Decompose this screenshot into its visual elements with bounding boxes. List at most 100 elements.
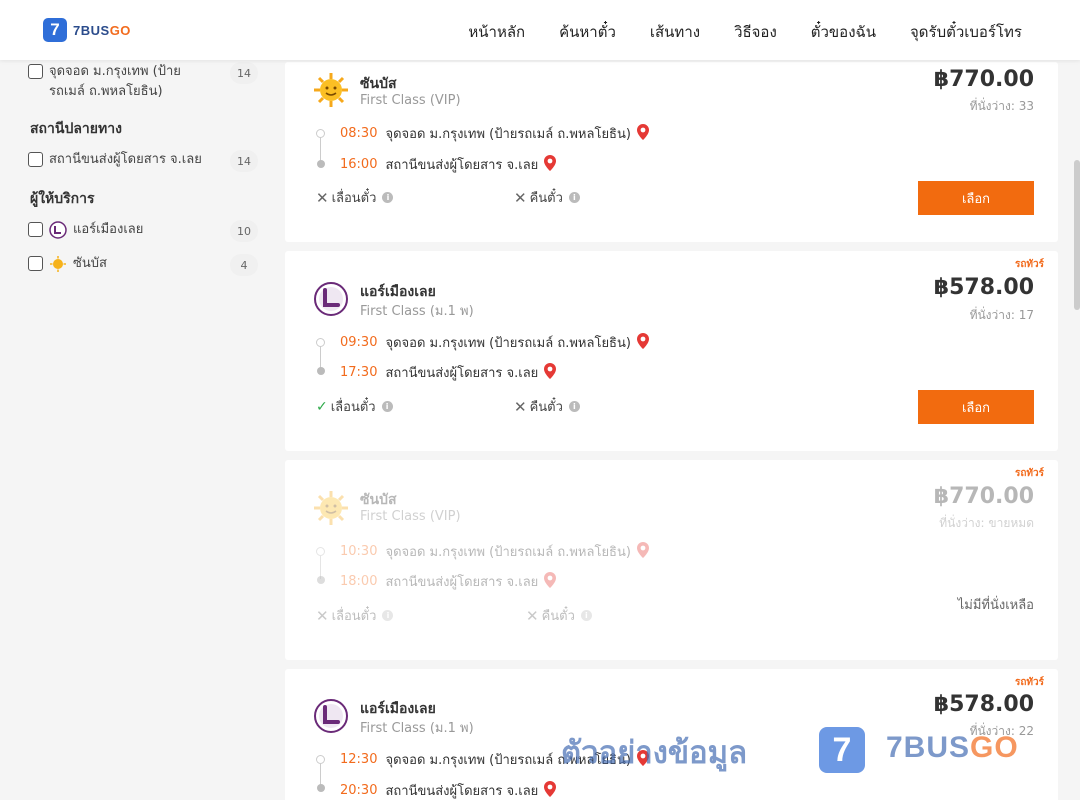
map-pin-icon[interactable] <box>636 541 649 562</box>
info-icon[interactable]: i <box>381 401 393 412</box>
nav-search-ticket[interactable]: ค้นหาตั๋ว <box>559 20 616 44</box>
operator-name: ซันบัส <box>360 76 397 92</box>
info-icon[interactable]: i <box>382 192 394 203</box>
operator-label: ซันบัส <box>73 256 107 271</box>
arrival-stop: 18:00 สถานีขนส่งผู้โดยสาร จ.เลย <box>340 571 557 592</box>
map-pin-icon[interactable] <box>544 571 557 592</box>
air-muang-loei-logo-icon <box>313 698 349 734</box>
trip-card: ซันบัส First Class (VIP) ฿770.00 ที่นั่ง… <box>285 62 1058 242</box>
top-header: 7 7BUSGO หน้าหลัก ค้นหาตั๋ว เส้นทาง วิธี… <box>0 0 1080 60</box>
departure-dot <box>316 338 325 347</box>
logo-text: 7BUSGO <box>73 22 131 38</box>
bus-type-tag: รถทัวร์ <box>1014 468 1044 479</box>
watermark-logo-mark: 7 <box>819 727 865 773</box>
logo-mark: 7 <box>43 18 67 42</box>
air-muang-loei-logo-icon <box>313 281 349 317</box>
operator-label: แอร์เมืองเลย <box>73 222 144 237</box>
route-line <box>320 136 321 162</box>
bus-class: First Class (ม.1 พ) <box>360 721 474 736</box>
trip-card: รถทัวร์ แอร์เมืองเลย First Class (ม.1 พ)… <box>285 251 1058 451</box>
ticket-price: ฿578.00 <box>933 275 1034 300</box>
sample-data-watermark: ตัวอย่างข้อมูล <box>561 735 748 771</box>
ticket-price: ฿578.00 <box>933 692 1034 717</box>
arrival-dot <box>317 576 325 584</box>
arrival-stop: 17:30 สถานีขนส่งผู้โดยสาร จ.เลย <box>340 362 557 383</box>
arrival-stop: 20:30 สถานีขนส่งผู้โดยสาร จ.เลย <box>340 780 557 800</box>
map-pin-icon[interactable] <box>544 154 557 175</box>
arrival-dot <box>317 784 325 792</box>
x-mark-icon: ✕ <box>514 397 527 416</box>
info-icon[interactable]: i <box>580 610 592 621</box>
filter-dest-item[interactable]: สถานีขนส่งผู้โดยสาร จ.เลย 14 <box>28 150 258 172</box>
select-trip-button[interactable]: เลือก <box>918 390 1034 424</box>
arrival-dot <box>317 367 325 375</box>
arrival-stop: 16:00 สถานีขนส่งผู้โดยสาร จ.เลย <box>340 154 557 175</box>
filter-origin-item[interactable]: จุดจอด ม.กรุงเทพ (ป้ายรถเมล์ ถ.พหลโยธิน)… <box>28 62 258 102</box>
ticket-price: ฿770.00 <box>933 67 1034 92</box>
seats-available: ที่นั่งว่าง: 33 <box>969 99 1034 113</box>
check-mark-icon: ✓ <box>316 398 328 415</box>
sun-bus-logo-icon <box>313 490 349 526</box>
nav-my-tickets[interactable]: ตั๋วของฉัน <box>811 20 876 44</box>
bus-class: First Class (ม.1 พ) <box>360 304 474 319</box>
ticket-price: ฿770.00 <box>933 484 1034 509</box>
map-pin-icon[interactable] <box>636 123 649 144</box>
filter-operator-item[interactable]: ซันบัส 4 <box>28 254 258 276</box>
change-ticket-policy: ✕ เลื่อนตั๋ว i <box>316 605 394 626</box>
trip-card-sold-out: รถทัวร์ ซันบัส First Class (VIP) ฿770.00… <box>285 460 1058 660</box>
nav-routes[interactable]: เส้นทาง <box>650 20 700 44</box>
map-pin-icon[interactable] <box>544 362 557 383</box>
origin-label: จุดจอด ม.กรุงเทพ (ป้ายรถเมล์ ถ.พหลโยธิน) <box>49 64 181 99</box>
info-icon[interactable]: i <box>568 192 580 203</box>
sold-out-text: ไม่มีที่นั่งเหลือ <box>957 598 1034 613</box>
operator-count: 4 <box>230 254 258 276</box>
departure-stop: 09:30 จุดจอด ม.กรุงเทพ (ป้ายรถเมล์ ถ.พหลโ… <box>340 332 649 353</box>
refund-ticket-policy: ✕ คืนตั๋ว i <box>514 396 580 417</box>
info-icon[interactable]: i <box>568 401 580 412</box>
origin-checkbox[interactable] <box>28 64 43 79</box>
dest-section-title: สถานีปลายทาง <box>30 121 122 137</box>
x-mark-icon: ✕ <box>316 606 329 625</box>
bus-class: First Class (VIP) <box>360 509 461 524</box>
bus-class: First Class (VIP) <box>360 93 461 108</box>
x-mark-icon: ✕ <box>526 606 539 625</box>
bus-type-tag: รถทัวร์ <box>1014 259 1044 270</box>
watermark-brand: 7BUSGO <box>886 731 1019 764</box>
x-mark-icon: ✕ <box>316 188 329 207</box>
operator-name: ซันบัส <box>360 492 397 508</box>
operator-checkbox[interactable] <box>28 256 43 271</box>
nav-home[interactable]: หน้าหลัก <box>468 20 525 44</box>
departure-stop: 08:30 จุดจอด ม.กรุงเทพ (ป้ายรถเมล์ ถ.พหลโ… <box>340 123 649 144</box>
departure-dot <box>316 129 325 138</box>
refund-ticket-policy: ✕ คืนตั๋ว i <box>526 605 592 626</box>
seats-available: ที่นั่งว่าง: ขายหมด <box>939 516 1034 530</box>
info-icon[interactable]: i <box>382 610 394 621</box>
air-muang-loei-logo-icon <box>49 220 67 239</box>
change-ticket-policy: ✓ เลื่อนตั๋ว i <box>316 396 393 417</box>
select-trip-button[interactable]: เลือก <box>918 181 1034 215</box>
nav-pickup-points[interactable]: จุดรับตั๋วเบอร์โทร <box>910 20 1022 44</box>
bus-type-tag: รถทัวร์ <box>1014 677 1044 688</box>
sun-bus-logo-icon <box>313 72 349 108</box>
operator-section-title: ผู้ให้บริการ <box>30 191 95 207</box>
nav-how-to-book[interactable]: วิธีจอง <box>734 20 777 44</box>
departure-dot <box>316 755 325 764</box>
refund-ticket-policy: ✕ คืนตั๋ว i <box>514 187 580 208</box>
sun-icon <box>49 255 67 273</box>
filter-sidebar: จุดจอด ม.กรุงเทพ (ป้ายรถเมล์ ถ.พหลโยธิน)… <box>28 60 258 288</box>
operator-checkbox[interactable] <box>28 222 43 237</box>
site-logo[interactable]: 7 7BUSGO <box>43 18 131 42</box>
route-line <box>320 346 321 369</box>
departure-stop: 10:30 จุดจอด ม.กรุงเทพ (ป้ายรถเมล์ ถ.พหลโ… <box>340 541 649 562</box>
operator-count: 10 <box>230 220 258 242</box>
map-pin-icon[interactable] <box>544 780 557 800</box>
dest-label: สถานีขนส่งผู้โดยสาร จ.เลย <box>49 152 202 167</box>
page-scrollbar[interactable] <box>1074 160 1080 310</box>
seats-available: ที่นั่งว่าง: 17 <box>969 308 1034 322</box>
arrival-dot <box>317 160 325 168</box>
dest-checkbox[interactable] <box>28 152 43 167</box>
main-nav: หน้าหลัก ค้นหาตั๋ว เส้นทาง วิธีจอง ตั๋วข… <box>468 20 1022 44</box>
map-pin-icon[interactable] <box>636 332 649 353</box>
filter-operator-item[interactable]: แอร์เมืองเลย 10 <box>28 220 258 242</box>
departure-dot <box>316 547 325 556</box>
